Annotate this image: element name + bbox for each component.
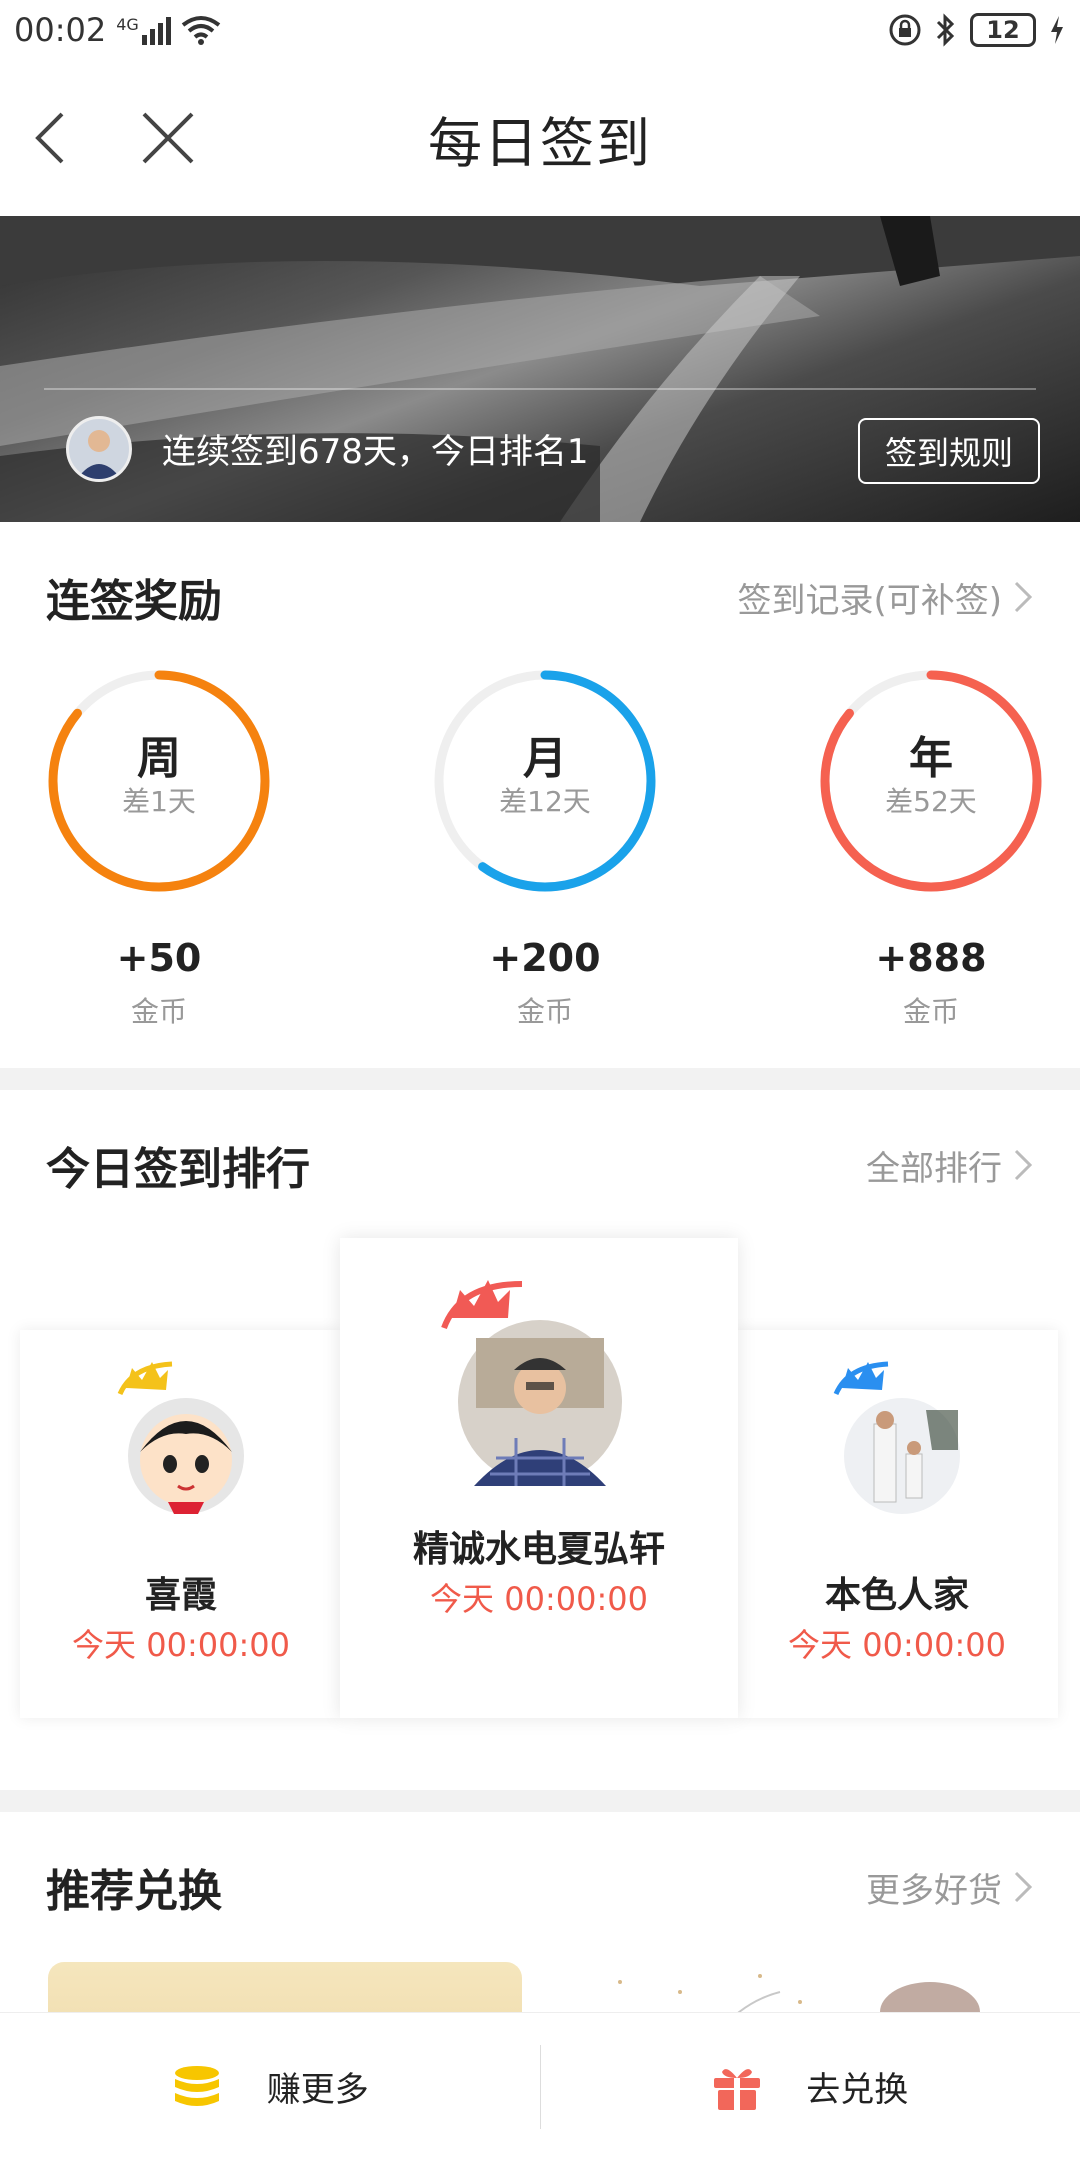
signin-rules-button[interactable]: 签到规则 [858,418,1040,484]
reward-period: 年 [909,733,953,784]
streak-text: 连续签到678天，今日排名1 [162,432,589,472]
reward-remaining: 差52天 [885,785,977,818]
reward-ring-1: 月差12天 +200 金币 [430,666,660,1030]
reward-remaining: 差12天 [499,785,591,818]
reward-ring-2: 年差52天 +888 金币 [816,666,1046,1030]
rank-time: 今天 00:00:00 [72,1626,290,1664]
reward-amount: +50 [116,936,202,980]
chevron-right-icon [1014,581,1033,613]
rewards-title: 连签奖励 [46,576,222,627]
gift-icon [714,2068,761,2110]
crown-icon [833,1361,889,1396]
bluetooth-icon [936,13,955,47]
title-bar: 每日签到 [0,60,1080,216]
status-bar: 00:02 4G 12 [0,0,1080,60]
rank-name: 喜霞 [144,1575,217,1616]
reward-unit: 金币 [516,995,573,1028]
bottom-action-bar: 赚更多 去兑换 [0,2012,1080,2160]
reward-period: 月 [523,733,567,784]
charging-icon [1051,16,1063,44]
more-goods-link[interactable]: 更多好货 [866,1863,1034,1912]
more-goods-label: 更多好货 [866,1870,1002,1911]
signin-banner: 连续签到678天，今日排名1 签到规则 [0,216,1080,522]
ranking-header: 今日签到排行 全部排行 [0,1130,1080,1200]
rank-card-first[interactable]: 精诚水电夏弘轩 今天 00:00:00 [340,1238,738,1718]
rank-name: 精诚水电夏弘轩 [412,1529,665,1570]
reward-period: 周 [137,733,181,784]
reward-amount: +888 [875,936,987,980]
coins-icon [174,2065,219,2106]
reward-unit: 金币 [902,995,959,1028]
ranking-title: 今日签到排行 [46,1144,310,1195]
chevron-right-icon [1014,1149,1033,1181]
earn-more-button[interactable]: 赚更多 [0,2013,540,2160]
all-ranking-link[interactable]: 全部排行 [866,1141,1034,1190]
progress-ring: 年差52天 [816,666,1046,896]
reward-unit: 金币 [130,995,187,1028]
rank-time: 今天 00:00:00 [788,1626,1006,1664]
battery-indicator: 12 [970,13,1036,47]
back-icon[interactable] [26,108,86,168]
rank-card-third[interactable]: 本色人家 今天 00:00:00 [736,1330,1058,1718]
user-avatar[interactable] [66,416,132,482]
reward-remaining: 差1天 [122,785,196,818]
redeem-button[interactable]: 去兑换 [541,2013,1080,2160]
progress-ring: 周差1天 [44,666,274,896]
reward-ring-0: 周差1天 +50 金币 [44,666,274,1030]
all-ranking-label: 全部排行 [866,1148,1002,1189]
signal-icon: 4G [116,15,171,45]
status-time: 00:02 [14,11,107,49]
reward-amount: +200 [489,936,601,980]
crown-icon [441,1280,523,1330]
exchange-header: 推荐兑换 更多好货 [0,1852,1080,1922]
section-divider [0,1790,1080,1812]
earn-more-label: 赚更多 [266,2070,369,2110]
chevron-right-icon [1014,1871,1033,1903]
rank-card-second[interactable]: 喜霞 今天 00:00:00 [20,1330,342,1718]
banner-divider [44,388,1036,390]
crown-icon [117,1361,173,1396]
redeem-label: 去兑换 [806,2070,909,2110]
section-divider [0,1068,1080,1090]
exchange-title: 推荐兑换 [46,1866,222,1917]
rank-name: 本色人家 [824,1575,969,1616]
rewards-header: 连签奖励 签到记录(可补签) [0,562,1080,632]
progress-ring: 月差12天 [430,666,660,896]
alarm-lock-icon [889,14,921,46]
rank-time: 今天 00:00:00 [430,1580,648,1618]
close-icon[interactable] [140,110,196,166]
wifi-icon [181,16,221,45]
page-title: 每日签到 [428,111,652,175]
network-type: 4G [116,15,139,34]
signin-records-link[interactable]: 签到记录(可补签) [737,573,1034,622]
signin-records-label: 签到记录(可补签) [737,580,1002,621]
